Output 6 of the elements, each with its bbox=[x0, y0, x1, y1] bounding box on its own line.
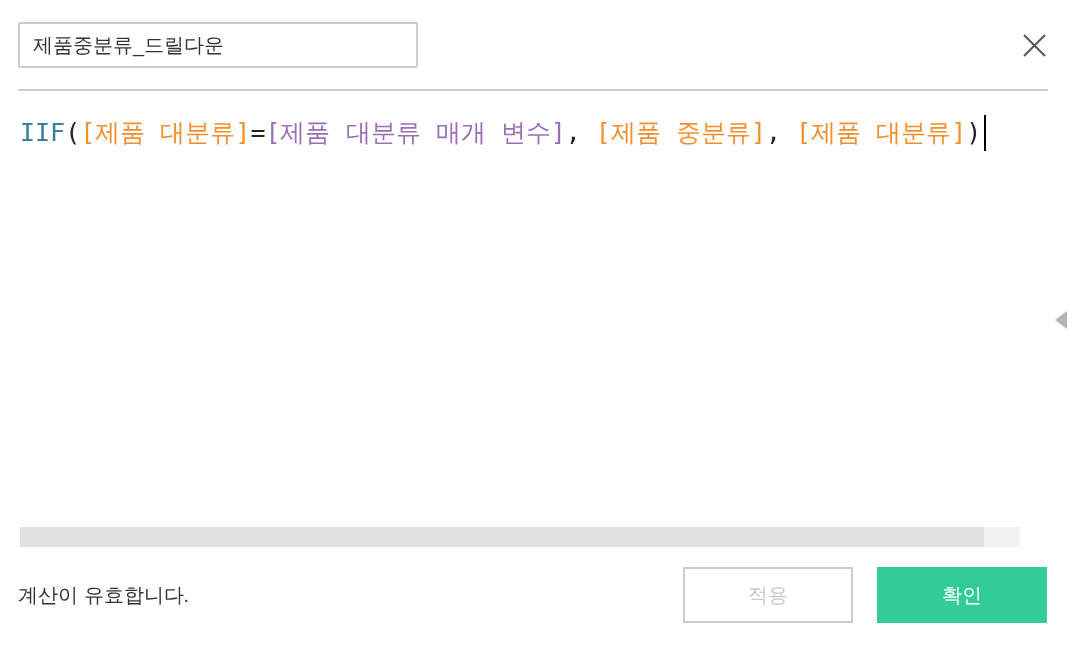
close-icon bbox=[1022, 33, 1046, 57]
formula-text: IIF([제품 대분류]=[제품 대분류 매개 변수], [제품 중분류], [제품 대분류]) bbox=[20, 117, 982, 149]
status-message: 계산이 유효합니다. bbox=[18, 583, 190, 608]
left-triangle-icon[interactable] bbox=[1055, 311, 1067, 329]
name-input-field[interactable]: 제품중분류_드릴다운 bbox=[18, 22, 418, 68]
confirm-button[interactable]: 확인 bbox=[877, 567, 1047, 623]
